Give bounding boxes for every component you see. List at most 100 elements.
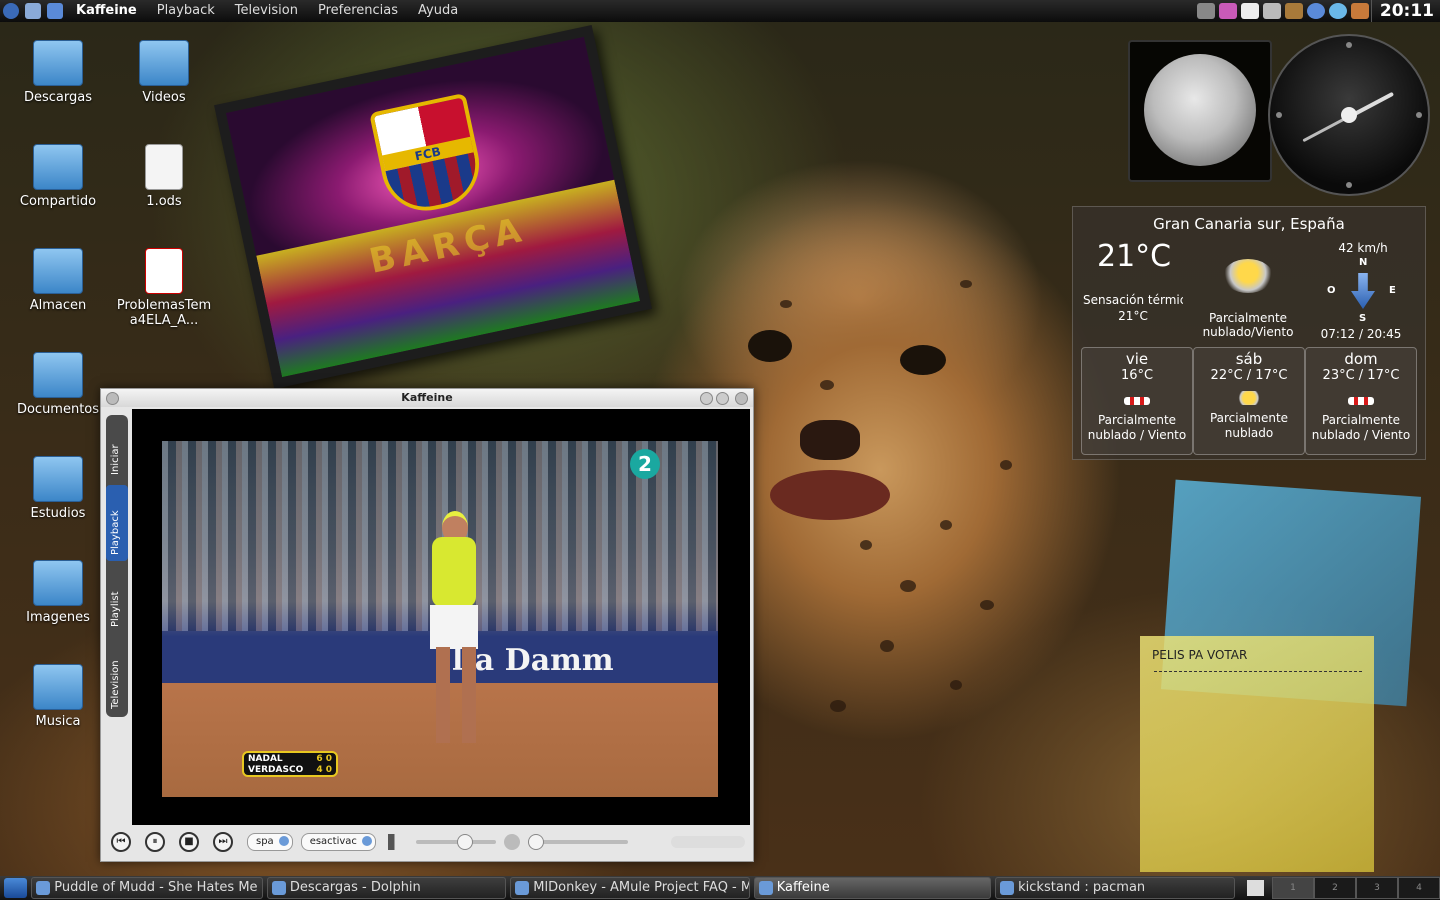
update-icon[interactable] — [1306, 3, 1325, 19]
desktop-icon-almacen[interactable]: Almacen — [8, 248, 108, 313]
folder-icon[interactable] — [47, 3, 63, 19]
playback-controls: ⏮ ⏸ ■ ⏭ spa esactivac — [111, 829, 745, 855]
pause-button[interactable]: ⏸ — [145, 832, 165, 852]
desktop-icon-label: Videos — [142, 90, 186, 105]
volume-slider[interactable] — [415, 834, 496, 850]
next-button[interactable]: ⏭ — [213, 832, 233, 852]
desktop-icon-imagenes[interactable]: Imagenes — [8, 560, 108, 625]
minimize-icon[interactable] — [700, 392, 713, 405]
tab-playlist[interactable]: Playlist — [106, 565, 128, 635]
desktop-icon-label: Musica — [35, 714, 81, 729]
menu-television[interactable]: Television — [225, 0, 308, 22]
desktop-icon-label: Compartido — [19, 194, 97, 209]
desktop-icon-estudios[interactable]: Estudios — [8, 456, 108, 521]
seek-slider[interactable] — [527, 834, 628, 850]
compass-west: O — [1327, 285, 1336, 296]
menu-app-kaffeine[interactable]: Kaffeine — [66, 0, 147, 22]
task-puddle-of-mudd[interactable]: Puddle of Mudd - She Hates Me - ... — [31, 877, 263, 899]
subtitle-select[interactable]: esactivac — [300, 833, 376, 851]
pager-desktop-2[interactable]: 2 — [1314, 877, 1356, 899]
taskbar: Puddle of Mudd - She Hates Me - ... Desc… — [0, 876, 1440, 900]
desktop-icon-compartido[interactable]: Compartido — [8, 144, 108, 209]
desktop-icon-videos[interactable]: Videos — [114, 40, 214, 105]
score-overlay: NADAL 6 0 VERDASCO 4 0 — [242, 751, 338, 777]
weather-feels-like-value: 21°C — [1118, 309, 1148, 323]
close-icon[interactable] — [735, 392, 748, 405]
desktop-icon-problemas-pdf[interactable]: ProblemasTema4ELA_A... — [114, 248, 214, 328]
menu-ayuda[interactable]: Ayuda — [408, 0, 468, 22]
pager-desktop-4[interactable]: 4 — [1398, 877, 1440, 899]
pager-desktop-1[interactable]: 1 — [1272, 877, 1314, 899]
previous-button[interactable]: ⏮ — [111, 832, 131, 852]
stop-button[interactable]: ■ — [179, 832, 199, 852]
weather-tray-icon[interactable] — [1328, 3, 1347, 19]
analog-clock-widget[interactable] — [1268, 34, 1430, 196]
forecast-condition: Parcialmente — [1097, 413, 1177, 427]
menu-preferencias[interactable]: Preferencias — [308, 0, 408, 22]
task-firefox[interactable]: MlDonkey - AMule Project FAQ - Mozilla F… — [510, 877, 750, 899]
video-frame: lla Damm 2 NADAL 6 0 VERDASCO 4 0 — [162, 441, 718, 797]
start-menu-icon[interactable] — [4, 878, 28, 898]
audio-track-select[interactable]: spa — [247, 833, 293, 851]
moon-phase-widget[interactable] — [1128, 40, 1272, 182]
window-titlebar[interactable]: Kaffeine — [101, 389, 753, 407]
compass-east: E — [1389, 285, 1396, 296]
compass-south: S — [1359, 313, 1367, 324]
weather-widget[interactable]: Gran Canaria sur, España 21°C Sensación … — [1072, 206, 1426, 460]
forecast-day-name: sáb — [1235, 350, 1263, 368]
desktop-icon-documentos[interactable]: Documentos — [8, 352, 108, 417]
forecast-day: sáb 22°C / 17°C Parcialmente nublado — [1193, 347, 1305, 455]
sticky-note-divider — [1154, 671, 1362, 672]
maximize-icon[interactable] — [716, 392, 729, 405]
mute-icon[interactable] — [387, 834, 404, 850]
clock-tick — [1416, 112, 1422, 118]
clipboard-icon[interactable] — [1262, 3, 1281, 19]
sticky-note-yellow[interactable]: PELIS PA VOTAR — [1140, 636, 1374, 872]
home-icon[interactable] — [25, 3, 41, 19]
desktop-icon-label: Documentos — [16, 402, 100, 417]
tab-playback[interactable]: Playback — [106, 485, 128, 561]
firefox-icon[interactable] — [1350, 3, 1369, 19]
sticky-note-title[interactable]: PELIS PA VOTAR — [1152, 648, 1247, 662]
seek-icon — [503, 834, 520, 850]
seek-knob[interactable] — [527, 834, 544, 850]
score-points-1: 6 0 — [316, 754, 332, 764]
volume-knob[interactable] — [456, 834, 473, 850]
mail-icon[interactable] — [1240, 3, 1259, 19]
menu-playback[interactable]: Playback — [147, 0, 225, 22]
pager-desktop-3[interactable]: 3 — [1356, 877, 1398, 899]
task-konsole[interactable]: kickstand : pacman — [995, 877, 1235, 899]
forecast-day-name: dom — [1344, 350, 1378, 368]
desktop-icon-descargas[interactable]: Descargas — [8, 40, 108, 105]
tab-iniciar[interactable]: Iniciar — [106, 419, 128, 481]
show-desktop-icon[interactable] — [1246, 880, 1264, 896]
desktop-icon-label: Imagenes — [26, 610, 90, 625]
tab-television[interactable]: Television — [106, 639, 128, 713]
score-player-1: NADAL — [248, 754, 283, 764]
desktop-icon-label: Descargas — [23, 90, 92, 105]
video-area[interactable]: lla Damm 2 NADAL 6 0 VERDASCO 4 0 — [132, 409, 750, 825]
panel-clock[interactable]: 20:11 — [1370, 0, 1440, 22]
folder-video-icon — [139, 40, 189, 86]
window-menu-icon[interactable] — [106, 392, 119, 405]
mule-icon[interactable] — [1284, 3, 1303, 19]
kde-menu-icon[interactable] — [3, 3, 19, 19]
desktop-pager: 1 2 3 4 — [1272, 877, 1440, 899]
desktop-icon-musica[interactable]: Musica — [8, 664, 108, 729]
fcb-crest-icon: FCB — [369, 92, 488, 219]
folder-download-icon — [33, 40, 83, 86]
task-kaffeine[interactable]: Kaffeine — [753, 877, 992, 899]
desktop-icon-label: 1.ods — [146, 194, 182, 209]
task-dolphin[interactable]: Descargas - Dolphin — [266, 877, 507, 899]
forecast-condition: nublado / Viento — [1087, 428, 1187, 442]
folder-documents-icon — [33, 352, 83, 398]
desktop-icon-label: Estudios — [30, 506, 86, 521]
network-icon[interactable] — [1218, 3, 1237, 19]
kaffeine-window[interactable]: Kaffeine Iniciar Playback Playlist Telev… — [100, 388, 754, 862]
spreadsheet-file-icon — [145, 144, 183, 190]
moon-icon — [1144, 54, 1256, 166]
forecast-day: vie 16°C Parcialmente nublado / Viento — [1081, 347, 1193, 455]
volume-icon[interactable] — [1196, 3, 1215, 19]
channel-logo: 2 — [630, 449, 660, 479]
desktop-icon-1ods[interactable]: 1.ods — [114, 144, 214, 209]
